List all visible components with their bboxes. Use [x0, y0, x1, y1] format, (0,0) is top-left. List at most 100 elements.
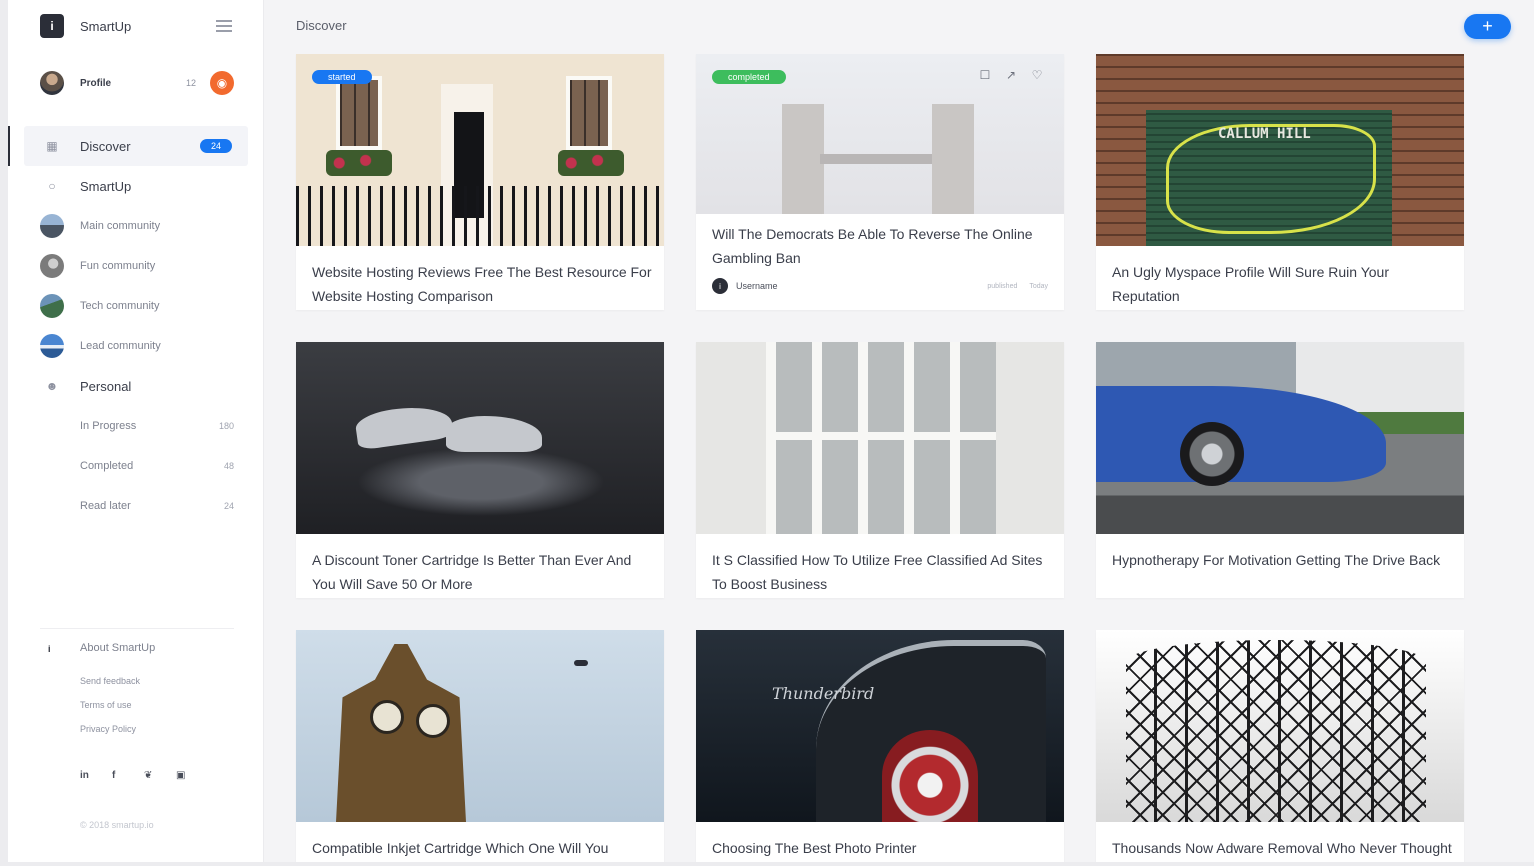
card-image	[1096, 630, 1464, 822]
card-title[interactable]: Website Hosting Reviews Free The Best Re…	[312, 260, 652, 308]
footer-links: Send feedback Terms of use Privacy Polic…	[80, 676, 140, 748]
facebook-icon[interactable]: f	[112, 770, 144, 781]
sidebar-item-fun-community[interactable]: Fun community	[8, 246, 264, 286]
info-icon: i	[48, 644, 51, 654]
send-feedback-link[interactable]: Send feedback	[80, 676, 140, 700]
railing-shape	[296, 186, 664, 246]
user-icon: ☻	[45, 379, 59, 393]
community-avatar	[40, 214, 64, 238]
bell-icon[interactable]: ◉	[210, 71, 234, 95]
page-title: Discover	[296, 18, 347, 33]
card-image	[1096, 342, 1464, 534]
sidebar-item-label: Personal	[80, 378, 132, 394]
window-shape	[566, 76, 612, 150]
sidebar-item-label: Lead community	[80, 340, 161, 352]
brand[interactable]: i SmartUp	[40, 14, 131, 38]
app-name: SmartUp	[80, 18, 132, 34]
sidebar-item-smartup[interactable]: ○ SmartUp	[8, 166, 264, 206]
helicopter-shape	[574, 660, 588, 666]
item-count: 48	[223, 461, 234, 471]
wheel-shape	[1180, 422, 1244, 486]
instagram-icon[interactable]: ▣	[176, 770, 208, 781]
sidebar-item-label: Discover	[80, 138, 131, 154]
article-card[interactable]: Hypnotherapy For Motivation Getting The …	[1096, 342, 1464, 598]
about-link[interactable]: About SmartUp	[80, 642, 155, 654]
article-card[interactable]: It S Classified How To Utilize Free Clas…	[696, 342, 1064, 598]
twitter-icon[interactable]: ❦	[144, 770, 176, 781]
user-avatar-icon[interactable]: i	[712, 278, 728, 294]
shoe-shape	[446, 416, 542, 452]
copyright: © 2018 smartup.io	[80, 820, 154, 830]
sidebar-item-label: Main community	[80, 220, 161, 232]
terms-link[interactable]: Terms of use	[80, 700, 140, 724]
card-title[interactable]: Choosing The Best Photo Printer	[712, 836, 1052, 860]
card-actions: ☐ ↗ ♡	[972, 68, 1050, 82]
bookmark-icon[interactable]: ☐	[972, 68, 998, 82]
card-image	[296, 630, 664, 822]
social-links: in f ❦ ▣	[80, 770, 208, 781]
status-badge: completed	[712, 70, 786, 84]
card-title[interactable]: Will The Democrats Be Able To Reverse Th…	[712, 222, 1052, 270]
card-image	[296, 342, 664, 534]
sidebar-item-label: Tech community	[80, 300, 160, 312]
article-card[interactable]: A Discount Toner Cartridge Is Better Tha…	[296, 342, 664, 598]
linkedin-icon[interactable]: in	[80, 770, 112, 781]
sidebar-item-personal[interactable]: ☻ Personal	[8, 366, 264, 406]
clock-face-shape	[370, 700, 404, 734]
article-card[interactable]: Thunderbird Choosing The Best Photo Prin…	[696, 630, 1064, 862]
card-image: Thunderbird	[696, 630, 1064, 822]
community-avatar	[40, 254, 64, 278]
sidebar-item-tech-community[interactable]: Tech community	[8, 286, 264, 326]
publish-status: published	[987, 282, 1018, 290]
car-script-text: Thunderbird	[772, 684, 875, 703]
publish-date: Today	[1029, 282, 1048, 290]
avatar[interactable]	[40, 71, 64, 95]
card-title[interactable]: Thousands Now Adware Removal Who Never T…	[1112, 836, 1452, 862]
sidebar-item-label: SmartUp	[80, 178, 132, 194]
item-count: 24	[223, 501, 234, 511]
sidebar-item-read-later[interactable]: Read later 24	[8, 486, 264, 526]
profile-count: 12	[185, 78, 196, 88]
article-card[interactable]: started Website Hosting Reviews Free The…	[296, 54, 664, 310]
heart-icon[interactable]: ♡	[1024, 68, 1050, 82]
circle-icon: ○	[48, 179, 56, 193]
sidebar-item-in-progress[interactable]: In Progress 180	[8, 406, 264, 446]
tower-shape	[782, 104, 824, 214]
card-title[interactable]: Hypnotherapy For Motivation Getting The …	[1112, 548, 1452, 572]
privacy-link[interactable]: Privacy Policy	[80, 724, 140, 748]
sidebar-nav: ▦ Discover 24 ○ SmartUp Main community F…	[8, 126, 264, 526]
article-card[interactable]: completed ☐ ↗ ♡ Will The Democrats Be Ab…	[696, 54, 1064, 310]
article-card[interactable]: CALLUM HILL An Ugly Myspace Profile Will…	[1096, 54, 1464, 310]
share-icon[interactable]: ↗	[998, 68, 1024, 82]
clock-face-shape	[416, 704, 450, 738]
count-badge: 24	[200, 139, 232, 153]
article-card[interactable]: Thousands Now Adware Removal Who Never T…	[1096, 630, 1464, 862]
plant-shape	[326, 150, 392, 176]
card-title[interactable]: An Ugly Myspace Profile Will Sure Ruin Y…	[1112, 260, 1452, 308]
sidebar-item-lead-community[interactable]: Lead community	[8, 326, 264, 366]
grid-icon: ▦	[46, 139, 58, 153]
sidebar-item-completed[interactable]: Completed 48	[8, 446, 264, 486]
sidebar-item-main-community[interactable]: Main community	[8, 206, 264, 246]
profile-name: Profile	[80, 77, 112, 89]
article-card[interactable]: Compatible Inkjet Cartridge Which One Wi…	[296, 630, 664, 862]
card-title[interactable]: A Discount Toner Cartridge Is Better Tha…	[312, 548, 652, 596]
username[interactable]: Username	[736, 281, 778, 291]
graffiti-text: CALLUM HILL	[1218, 126, 1311, 142]
card-title[interactable]: Compatible Inkjet Cartridge Which One Wi…	[312, 836, 652, 862]
sidebar-item-label: Read later	[80, 500, 131, 512]
sidebar: i SmartUp Profile 12 ◉ ▦ Discover 24 ○ S…	[8, 0, 264, 862]
clock-tower-shape	[336, 644, 466, 822]
card-title[interactable]: It S Classified How To Utilize Free Clas…	[712, 548, 1052, 596]
add-button[interactable]: +	[1464, 14, 1511, 39]
hamburger-menu-icon[interactable]	[216, 20, 232, 32]
plant-shape	[558, 150, 624, 176]
profile-row[interactable]: Profile 12 ◉	[40, 70, 234, 96]
sidebar-item-discover[interactable]: ▦ Discover 24	[8, 126, 248, 166]
community-avatar	[40, 294, 64, 318]
tail-light-shape	[882, 730, 978, 822]
bridge-shape	[820, 154, 950, 164]
status-badge: started	[312, 70, 372, 84]
sidebar-item-label: Fun community	[80, 260, 156, 272]
community-avatar	[40, 334, 64, 358]
